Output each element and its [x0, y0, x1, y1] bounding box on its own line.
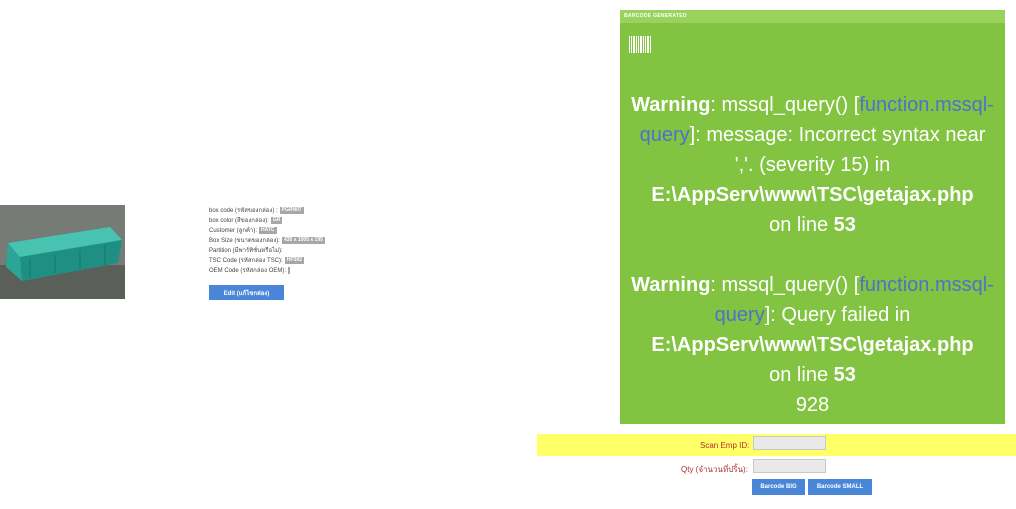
field-value: GR [270, 216, 283, 224]
scan-emp-label: Scan Emp ID: [700, 441, 750, 450]
field-label: OEM Code (รหัสกล่อง OEM): [209, 268, 287, 274]
field-value: PGRN07 [279, 206, 304, 214]
field-label: Customer (ลูกค้า): [209, 228, 258, 234]
qty-label: Qty (จำนวนที่ปริ้น): [681, 465, 748, 474]
field-partition: Partition (มีพาร์ทิชั่นหรือไม่): [209, 246, 325, 256]
file-path: E:\AppServ\www\TSC\getajax.php [651, 184, 974, 206]
error-message: Warning: mssql_query() [function.mssql-q… [628, 90, 997, 420]
line-number: 53 [833, 214, 856, 236]
field-box-size: Box Size (ขนาดของกล่อง): 435 x 1005 x 195 [209, 236, 325, 246]
warning-block-2: Warning: mssql_query() [function.mssql-q… [628, 270, 997, 420]
barcode-icon [629, 36, 651, 53]
warning-word: Warning [631, 274, 711, 296]
field-label: Partition (มีพาร์ทิชั่นหรือไม่): [209, 248, 283, 254]
product-info: box code (รหัสของกล่อง) : PGRN07 box colo… [209, 206, 325, 276]
warning-block-1: Warning: mssql_query() [function.mssql-q… [628, 90, 997, 240]
warning-text: : mssql_query() [ [710, 94, 860, 116]
field-box-code: box code (รหัสของกล่อง) : PGRN07 [209, 206, 325, 216]
field-value: HATC [259, 226, 277, 234]
barcode-panel: BARCODE GENERATED Warning: mssql_query()… [620, 10, 1005, 424]
scan-emp-input[interactable] [753, 436, 826, 450]
warning-word: Warning [631, 94, 711, 116]
field-oem-code: OEM Code (รหัสกล่อง OEM): [209, 266, 325, 276]
field-label: Box Size (ขนาดของกล่อง): [209, 238, 280, 244]
field-box-color: box color (สีของกล่อง): GR [209, 216, 325, 226]
barcode-big-button[interactable]: Barcode BIG [752, 479, 805, 495]
file-path: E:\AppServ\www\TSC\getajax.php [651, 334, 974, 356]
field-value-empty [288, 266, 291, 274]
warning-text: : mssql_query() [ [710, 274, 860, 296]
barcode-small-button[interactable]: Barcode SMALL [808, 479, 872, 495]
warning-text: ]: Query failed in [764, 304, 911, 326]
field-tsc-code: TSC Code (รหัสกล่อง TSC): HP392 [209, 256, 325, 266]
on-line-text: on line [769, 214, 829, 236]
product-photo [0, 205, 125, 299]
warning-text: ]: message: Incorrect syntax near ','. (… [689, 124, 986, 176]
qty-input[interactable] [753, 459, 826, 473]
field-value: HP392 [284, 256, 304, 264]
field-label: box color (สีของกล่อง): [209, 218, 269, 224]
on-line-text: on line [769, 364, 829, 386]
field-value: 435 x 1005 x 195 [281, 236, 325, 244]
result-number: 928 [795, 394, 830, 416]
field-customer: Customer (ลูกค้า): HATC [209, 226, 325, 236]
field-label: TSC Code (รหัสกล่อง TSC): [209, 258, 283, 264]
panel-header: BARCODE GENERATED [620, 10, 1005, 23]
line-number: 53 [833, 364, 856, 386]
crate-image [0, 205, 125, 299]
field-label: box code (รหัสของกล่อง) : [209, 208, 278, 214]
edit-box-button[interactable]: Edit (แก้ไขกล่อง) [209, 285, 284, 300]
